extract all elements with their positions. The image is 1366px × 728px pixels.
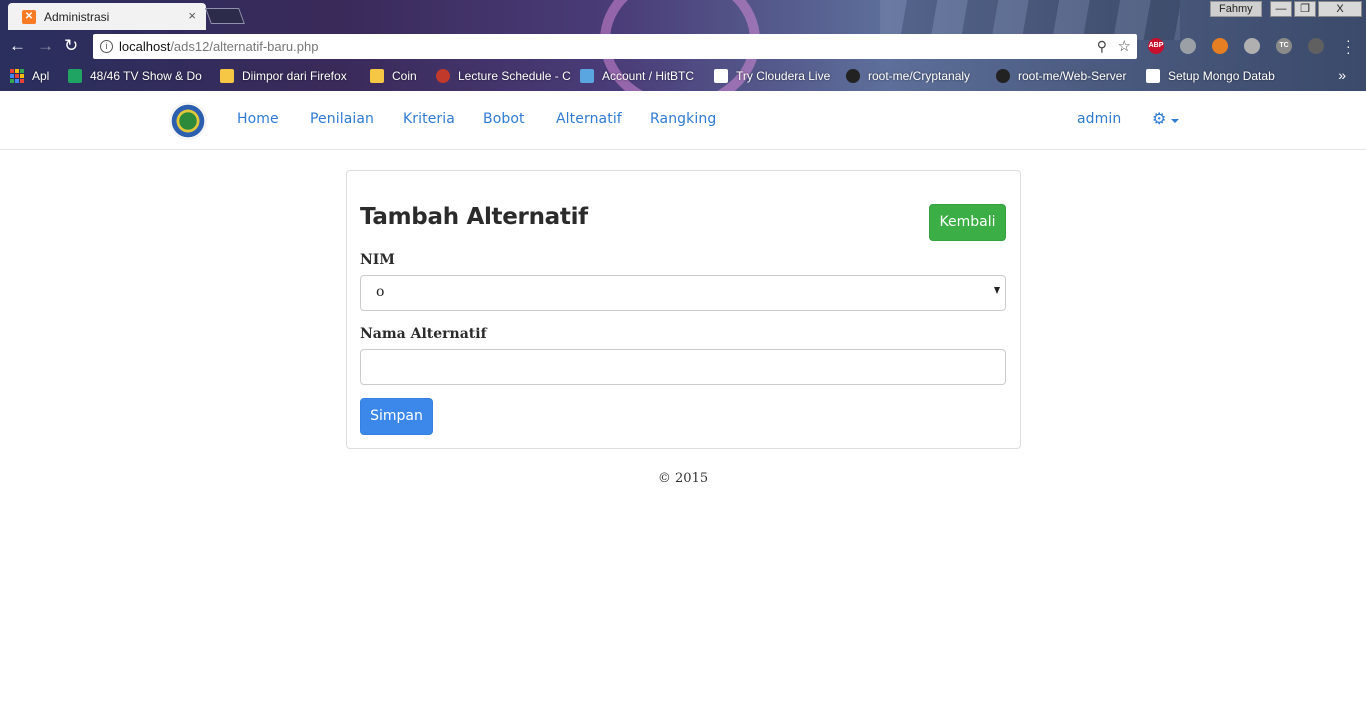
bookmark-item[interactable]: Apl	[10, 69, 68, 83]
nim-select[interactable]: o	[360, 275, 1006, 311]
address-bar[interactable]: i localhost/ads12/alternatif-baru.php ⚲ …	[93, 34, 1137, 59]
bookmark-star-icon[interactable]: ☆	[1118, 37, 1131, 55]
bookmark-item[interactable]: Lecture Schedule - C	[436, 69, 580, 83]
nim-label: NIM	[360, 252, 395, 268]
bookmark-item[interactable]: Account / HitBTC	[580, 69, 714, 83]
github-icon	[846, 69, 860, 83]
dropdown-arrow-icon	[994, 287, 1000, 294]
nim-selected-value: o	[376, 284, 385, 300]
folder-icon	[220, 69, 234, 83]
zoom-icon[interactable]: ⚲	[1097, 38, 1107, 55]
bookmark-item[interactable]: Try Cloudera Live	[714, 69, 846, 83]
footer-copyright: © 2015	[657, 471, 709, 486]
bookmark-label: Diimpor dari Firefox	[242, 69, 347, 83]
bookmark-item[interactable]: Diimpor dari Firefox	[220, 69, 370, 83]
tab-close-icon[interactable]: ×	[188, 8, 196, 23]
top-navbar: Home Penilaian Kriteria Bobot Alternatif…	[0, 91, 1366, 150]
folder-icon	[370, 69, 384, 83]
ext-box-icon[interactable]: TC	[1276, 38, 1292, 54]
ext-orange-icon[interactable]	[1212, 38, 1228, 54]
browser-menu-icon[interactable]: · · ·	[1346, 33, 1352, 59]
bookmark-label: 48/46 TV Show & Do	[90, 69, 202, 83]
ext-sync-icon[interactable]	[1308, 38, 1324, 54]
bookmark-label: Lecture Schedule - C	[458, 69, 571, 83]
back-button[interactable]: Kembali	[929, 204, 1006, 241]
new-tab-button[interactable]	[205, 8, 245, 24]
nav-kriteria[interactable]: Kriteria	[403, 111, 455, 127]
info-icon[interactable]: i	[100, 40, 113, 53]
github-icon	[996, 69, 1010, 83]
nav-rangking[interactable]: Rangking	[650, 111, 716, 127]
tab-title: Administrasi	[44, 9, 110, 24]
nav-bobot[interactable]: Bobot	[483, 111, 525, 127]
bookmark-item[interactable]: Setup Mongo Datab	[1146, 69, 1286, 83]
abp-icon[interactable]: ABP	[1148, 38, 1164, 54]
nav-user-admin[interactable]: admin	[1077, 111, 1121, 127]
bookmark-label: Setup Mongo Datab	[1168, 69, 1275, 83]
page-title: Tambah Alternatif	[360, 204, 588, 230]
window-user-badge[interactable]: Fahmy	[1210, 1, 1262, 17]
url-host: localhost	[119, 39, 171, 54]
bookmark-label: Apl	[32, 69, 50, 83]
gear-icon: ⚙	[1152, 111, 1167, 128]
page-icon	[1146, 69, 1160, 83]
nav-penilaian[interactable]: Penilaian	[310, 111, 374, 127]
bookmark-item[interactable]: root-me/Cryptanaly	[846, 69, 996, 83]
apple-icon	[436, 69, 450, 83]
bookmark-item[interactable]: root-me/Web-Server	[996, 69, 1146, 83]
bookmark-label: Try Cloudera Live	[736, 69, 831, 83]
nama-alternatif-label: Nama Alternatif	[360, 326, 487, 342]
reload-icon[interactable]: ↻	[64, 37, 78, 55]
bookmark-label: Account / HitBTC	[602, 69, 695, 83]
cloud-icon[interactable]	[1180, 38, 1196, 54]
bookmarks-bar: Apl 48/46 TV Show & Do Diimpor dari Firefo…	[0, 63, 1366, 89]
forward-arrow-icon[interactable]: →	[37, 37, 54, 55]
browser-tab[interactable]: ✕ Administrasi ×	[8, 3, 206, 30]
bookmark-item[interactable]: 48/46 TV Show & Do	[68, 69, 220, 83]
url-text[interactable]: localhost/ads12/alternatif-baru.php	[119, 39, 318, 54]
bookmark-label: Coin	[392, 69, 417, 83]
back-arrow-icon[interactable]: ←	[9, 37, 26, 55]
window-close-button[interactable]: X	[1318, 1, 1362, 17]
nav-alternatif[interactable]: Alternatif	[556, 111, 622, 127]
bookmark-label: root-me/Cryptanaly	[868, 69, 971, 83]
window-minimize-button[interactable]: —	[1270, 1, 1292, 17]
window-maximize-button[interactable]: ❐	[1294, 1, 1316, 17]
university-logo[interactable]	[169, 102, 207, 140]
ext-circle-icon[interactable]	[1244, 38, 1260, 54]
browser-toolbar: ← → ↻ i localhost/ads12/alternatif-baru.…	[0, 30, 1366, 63]
nama-alternatif-input[interactable]	[360, 349, 1006, 385]
save-button[interactable]: Simpan	[360, 398, 433, 435]
apps-icon	[10, 69, 24, 83]
nav-home[interactable]: Home	[237, 111, 279, 127]
bookmark-label: root-me/Web-Server	[1018, 69, 1127, 83]
settings-dropdown[interactable]: ⚙	[1152, 109, 1180, 129]
form-panel: Tambah Alternatif Kembali NIM o Nama Alt…	[346, 170, 1021, 449]
caret-down-icon	[1171, 118, 1180, 123]
bookmark-item[interactable]: Coin	[370, 69, 436, 83]
url-path: /ads12/alternatif-baru.php	[170, 39, 319, 54]
page-icon	[714, 69, 728, 83]
xampp-favicon-icon: ✕	[22, 9, 36, 24]
sheets-icon	[68, 69, 82, 83]
browser-chrome: ✕ Administrasi × Fahmy — ❐ X ← → ↻ i loc…	[0, 0, 1366, 91]
fish-icon	[580, 69, 594, 83]
